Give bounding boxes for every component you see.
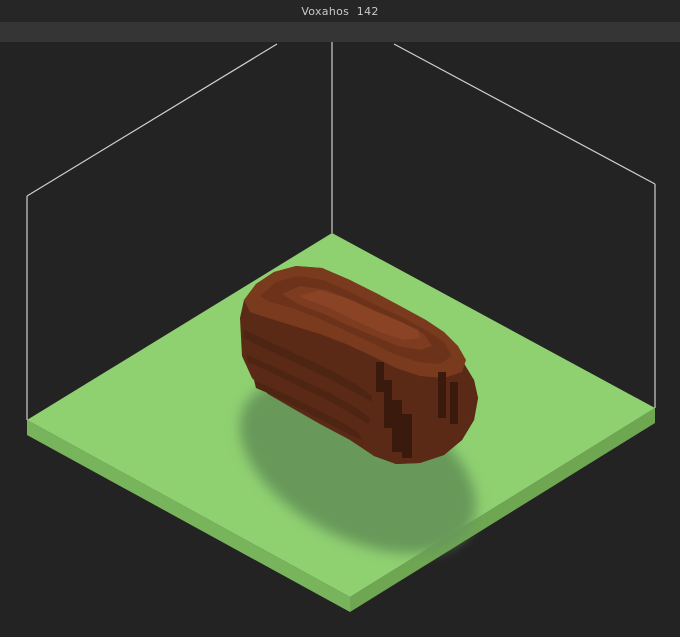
viewport-canvas[interactable] bbox=[0, 42, 680, 637]
voxel-viewport[interactable] bbox=[0, 42, 680, 637]
title-bar: Voxahos 142 bbox=[0, 0, 680, 22]
build-number: 142 bbox=[356, 4, 379, 18]
app-name: Voxahos bbox=[301, 4, 350, 18]
window-title: Voxahos 142 bbox=[301, 5, 378, 18]
toolbar-strip bbox=[0, 22, 680, 42]
